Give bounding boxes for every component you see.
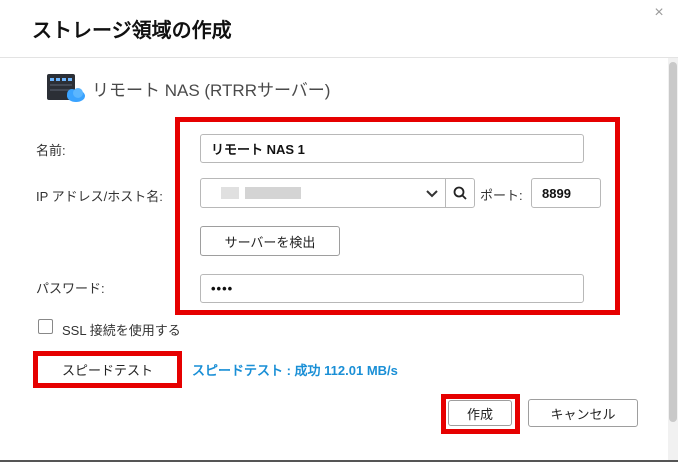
name-label: 名前:: [36, 143, 66, 158]
ssl-label: SSL 接続を使用する: [62, 323, 181, 338]
port-input[interactable]: 8899: [531, 178, 601, 208]
nas-cloud-icon: [47, 74, 85, 102]
password-label: パスワード:: [36, 281, 105, 296]
chevron-down-icon: [426, 190, 438, 198]
blurred-host-part: [221, 187, 239, 199]
ssl-checkbox[interactable]: [38, 319, 53, 334]
scrollbar-thumb[interactable]: [669, 62, 677, 422]
speed-test-result: スピードテスト : 成功 112.01 MB/s: [192, 363, 398, 378]
speed-test-button[interactable]: スピードテスト: [40, 356, 175, 382]
name-input[interactable]: リモート NAS 1: [200, 134, 584, 163]
password-input[interactable]: ••••: [200, 274, 584, 303]
dialog-title: ストレージ領域の作成: [32, 20, 232, 42]
port-value: 8899: [542, 185, 571, 201]
host-label: IP アドレス/ホスト名:: [36, 189, 163, 204]
name-input-value: リモート NAS 1: [211, 142, 305, 157]
blurred-host-part: [245, 187, 301, 199]
close-icon[interactable]: ×: [650, 4, 668, 22]
search-host-button[interactable]: [445, 178, 475, 208]
server-type-subtitle: リモート NAS (RTRRサーバー): [92, 81, 331, 100]
cancel-button[interactable]: キャンセル: [528, 399, 638, 427]
title-divider: [0, 57, 678, 58]
detect-server-button[interactable]: サーバーを検出: [200, 226, 340, 256]
create-storage-dialog: ストレージ領域の作成 × リモート NAS (RTRRサーバー) 名前: リモー…: [0, 0, 678, 462]
scrollbar[interactable]: [668, 58, 678, 462]
create-button[interactable]: 作成: [448, 400, 512, 426]
password-value: ••••: [211, 281, 234, 296]
host-select[interactable]: [200, 178, 446, 208]
search-icon: [453, 186, 467, 200]
port-label: ポート:: [480, 188, 523, 203]
